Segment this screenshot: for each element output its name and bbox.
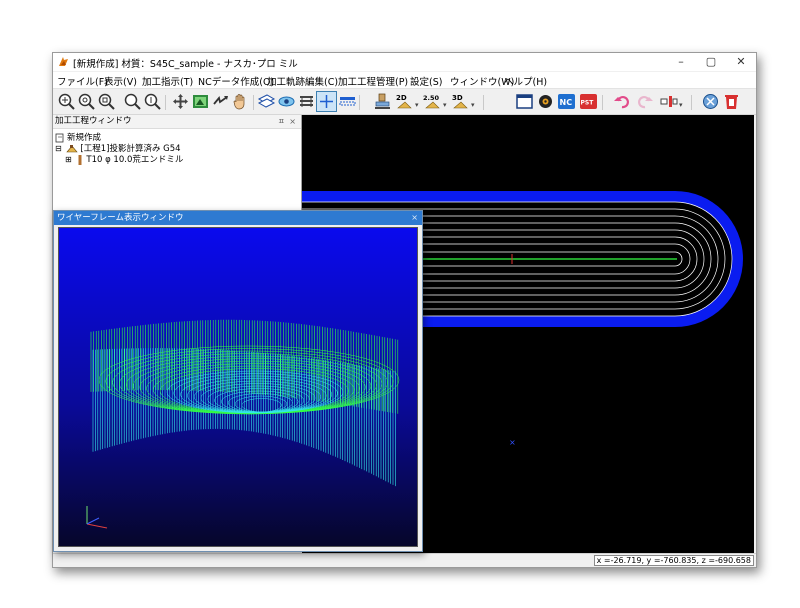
hand-icon[interactable] [231, 92, 250, 111]
wireframe-window-title: ワイヤーフレーム表示ウィンドウ [57, 213, 184, 223]
pin-icon[interactable]: ㅍ [278, 115, 285, 128]
toolbar-separator [602, 95, 607, 110]
menu-nc-data[interactable]: NCデータ作成(O) [198, 74, 274, 88]
pst-icon[interactable]: PST [579, 92, 598, 111]
eye-icon[interactable] [277, 92, 296, 111]
rotate-icon[interactable] [211, 92, 230, 111]
document-icon [55, 133, 64, 142]
zoom-out-icon[interactable] [77, 92, 96, 111]
wireframe-render[interactable] [59, 228, 417, 546]
dim-3d-dropdown-icon[interactable]: ▾ [471, 101, 475, 109]
crosshair-icon[interactable] [316, 91, 337, 112]
clear-icon[interactable] [701, 92, 720, 111]
panel-close-icon[interactable]: × [289, 115, 296, 128]
split-icon[interactable] [659, 92, 678, 111]
toolbar-separator [691, 95, 696, 110]
app-logo-icon [59, 57, 68, 66]
process-icon [66, 144, 79, 152]
cursor-marker: × [509, 438, 516, 447]
toolbar-separator [483, 95, 488, 110]
menu-toolpath-edit[interactable]: 加工軌跡編集(C) [267, 74, 338, 88]
process-panel: 加工工程ウィンドウ ㅍ × 新規作成 ⊟ [工程1]投影計算済み G54 ⊞ T… [53, 115, 302, 215]
grid-icon[interactable] [338, 92, 357, 111]
coordinate-readout: x =-26.719, y =-760.835, z =-690.658 [593, 555, 754, 566]
scale-250-icon[interactable]: 2.50 [423, 92, 442, 111]
toolbar: 2D ▾ 2.50 ▾ 3D ▾ NC PST ▾ [53, 89, 756, 115]
close-button[interactable]: ✕ [726, 53, 756, 71]
layers-icon[interactable] [297, 92, 316, 111]
toolbar-separator [165, 95, 170, 110]
window-title: [新規作成] 材質：S45C_sample - ナスカ･プロ ミル [73, 59, 298, 70]
svg-text:NC: NC [560, 98, 573, 107]
magnify-icon[interactable] [123, 92, 142, 111]
tool-setup-icon[interactable] [373, 92, 392, 111]
menu-view[interactable]: 表示(V) [104, 74, 137, 88]
wireframe-window-title-bar[interactable]: ワイヤーフレーム表示ウィンドウ × [54, 211, 422, 225]
menu-settings[interactable]: 設定(S) [410, 74, 442, 88]
menu-help[interactable]: ヘルプ(H) [504, 74, 547, 88]
split-dropdown-icon[interactable]: ▾ [679, 101, 683, 109]
undo-icon[interactable] [613, 92, 632, 111]
pan-move-icon[interactable] [171, 92, 190, 111]
dim-3d-icon[interactable]: 3D [451, 92, 470, 111]
app-window: [新規作成] 材質：S45C_sample - ナスカ･プロ ミル – ▢ ✕ … [52, 52, 757, 568]
endmill-icon [78, 154, 82, 165]
svg-text:3D: 3D [452, 94, 463, 102]
minimize-button[interactable]: – [666, 53, 696, 71]
view-3d-icon[interactable] [191, 92, 210, 111]
svg-text:PST: PST [581, 100, 595, 107]
delete-icon[interactable] [722, 92, 741, 111]
nc-icon[interactable]: NC [557, 92, 576, 111]
maximize-button[interactable]: ▢ [696, 53, 726, 71]
wireframe-window[interactable]: ワイヤーフレーム表示ウィンドウ × [53, 210, 423, 552]
gear-icon[interactable] [536, 92, 555, 111]
window-icon[interactable] [515, 92, 534, 111]
svg-text:2D: 2D [396, 94, 407, 102]
menu-process-management[interactable]: 加工工程管理(P) [338, 74, 408, 88]
dim-2d-icon[interactable]: 2D [395, 92, 414, 111]
menu-file[interactable]: ファイル(F) [57, 74, 108, 88]
slice-icon[interactable] [257, 92, 276, 111]
zoom-fit-icon[interactable] [97, 92, 116, 111]
status-bar: x =-26.719, y =-760.835, z =-690.658 [53, 553, 756, 567]
toolbar-separator [359, 95, 364, 110]
svg-text:2.50: 2.50 [423, 94, 440, 102]
redo-icon[interactable] [635, 92, 654, 111]
menu-machining-instruction[interactable]: 加工指示(T) [142, 74, 193, 88]
wireframe-close-icon[interactable]: × [411, 211, 418, 225]
process-panel-title: 加工工程ウィンドウ [55, 116, 132, 126]
menu-bar: ファイル(F) 表示(V) 加工指示(T) NCデータ作成(O) 加工軌跡編集(… [53, 72, 756, 89]
wireframe-canvas[interactable] [58, 227, 418, 547]
dim-2d-dropdown-icon[interactable]: ▾ [415, 101, 419, 109]
title-bar: [新規作成] 材質：S45C_sample - ナスカ･プロ ミル – ▢ ✕ [53, 53, 756, 71]
process-panel-header: 加工工程ウィンドウ ㅍ × [53, 115, 301, 129]
expand-icon[interactable]: ⊞ [65, 155, 72, 164]
scale-dropdown-icon[interactable]: ▾ [443, 101, 447, 109]
zoom-in-icon[interactable] [57, 92, 76, 111]
collapse-icon[interactable]: ⊟ [55, 144, 62, 153]
zoom-area-icon[interactable] [143, 92, 162, 111]
tree-tool-node[interactable]: ⊞ T10 φ 10.0荒エンドミル [65, 153, 183, 165]
